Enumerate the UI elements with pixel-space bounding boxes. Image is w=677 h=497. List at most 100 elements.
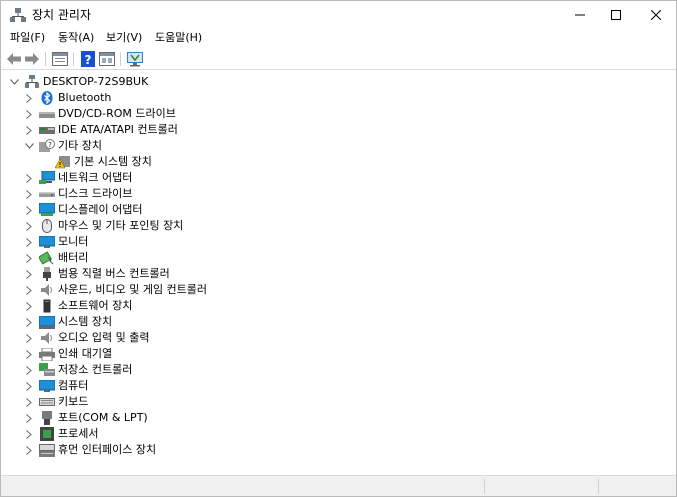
tree-item-label: 프로세서 <box>58 427 99 440</box>
chevron-right-icon[interactable] <box>24 285 34 295</box>
chevron-right-icon[interactable] <box>24 381 34 391</box>
tree-item-disk-drive[interactable]: 디스크 드라이브 <box>24 186 132 202</box>
chevron-right-icon[interactable] <box>24 125 34 135</box>
usb-icon <box>39 267 55 281</box>
network-adapter-icon <box>39 171 55 185</box>
tree-item-monitor[interactable]: 모니터 <box>24 234 88 250</box>
chevron-right-icon[interactable] <box>24 445 34 455</box>
tree-item-mouse[interactable]: 마우스 및 기타 포인팅 장치 <box>24 218 183 234</box>
toolbar: ? <box>1 48 676 70</box>
title-bar: 장치 관리자 <box>1 1 676 29</box>
computer-category-icon <box>39 379 55 393</box>
chevron-right-icon[interactable] <box>24 237 34 247</box>
svg-text:?: ? <box>85 53 92 67</box>
chevron-right-icon[interactable] <box>24 349 34 359</box>
chevron-right-icon[interactable] <box>24 413 34 423</box>
tree-item-battery[interactable]: 배터리 <box>24 250 88 266</box>
chevron-right-icon[interactable] <box>24 397 34 407</box>
chevron-down-icon[interactable] <box>9 77 19 87</box>
maximize-button[interactable] <box>593 1 638 29</box>
device-manager-window: 장치 관리자 파일(F) 동작(A) 보기(V) 도움말(H) ? DESKTO… <box>0 0 677 497</box>
status-divider <box>598 479 599 494</box>
chevron-right-icon[interactable] <box>24 253 34 263</box>
tree-item-usb[interactable]: 범용 직렬 버스 컨트롤러 <box>24 266 170 282</box>
chevron-right-icon[interactable] <box>24 205 34 215</box>
view-icon[interactable] <box>98 50 116 68</box>
tree-item-label: 인쇄 대기열 <box>58 347 113 360</box>
tree-item-audio-io[interactable]: 오디오 입력 및 출력 <box>24 330 149 346</box>
storage-controller-icon <box>39 363 55 377</box>
ide-controller-icon <box>39 123 55 137</box>
menu-view[interactable]: 보기(V) <box>106 31 142 45</box>
tree-item-network-adapter[interactable]: 네트워크 어댑터 <box>24 170 132 186</box>
help-icon[interactable]: ? <box>79 50 97 68</box>
close-button[interactable] <box>633 1 677 29</box>
tree-item-ide[interactable]: IDE ATA/ATAPI 컨트롤러 <box>24 122 178 138</box>
toolbar-separator <box>120 52 121 66</box>
status-divider <box>484 479 485 494</box>
chevron-down-icon[interactable] <box>24 141 34 151</box>
tree-item-label: 디스크 드라이브 <box>58 187 133 200</box>
properties-icon[interactable] <box>51 50 69 68</box>
tree-item-label: 마우스 및 기타 포인팅 장치 <box>58 219 184 232</box>
forward-icon[interactable] <box>23 50 41 68</box>
bluetooth-icon <box>39 91 55 105</box>
tree-item-sound[interactable]: 사운드, 비디오 및 게임 컨트롤러 <box>24 282 207 298</box>
tree-item-label: 포트(COM & LPT) <box>58 411 148 424</box>
chevron-right-icon[interactable] <box>24 317 34 327</box>
tree-item-keyboard[interactable]: 키보드 <box>24 394 88 410</box>
tree-item-label: 휴먼 인터페이스 장치 <box>58 443 157 456</box>
menu-file[interactable]: 파일(F) <box>10 31 45 45</box>
print-queue-icon <box>39 347 55 361</box>
chevron-right-icon[interactable] <box>24 333 34 343</box>
tree-item-label: 키보드 <box>58 395 89 408</box>
chevron-right-icon[interactable] <box>24 365 34 375</box>
tree-root-label: DESKTOP-72S9BUK <box>43 75 149 88</box>
chevron-right-icon[interactable] <box>24 93 34 103</box>
tree-item-print-queue[interactable]: 인쇄 대기열 <box>24 346 112 362</box>
back-icon[interactable] <box>5 50 23 68</box>
tree-item-software-device[interactable]: 소프트웨어 장치 <box>24 298 132 314</box>
chevron-right-icon[interactable] <box>24 301 34 311</box>
menu-action[interactable]: 동작(A) <box>58 31 94 45</box>
tree-item-label: 네트워크 어댑터 <box>58 171 133 184</box>
audio-io-icon <box>39 331 55 345</box>
warning-device-icon <box>55 155 71 169</box>
mouse-icon <box>39 219 55 233</box>
monitor-scan-icon[interactable] <box>126 50 144 68</box>
chevron-right-icon[interactable] <box>24 429 34 439</box>
battery-icon <box>39 251 55 265</box>
tree-item-label: 배터리 <box>58 251 89 264</box>
tree-root[interactable]: DESKTOP-72S9BUK <box>9 74 148 90</box>
tree-item-processor[interactable]: 프로세서 <box>24 426 98 442</box>
tree-item-dvd[interactable]: DVD/CD-ROM 드라이브 <box>24 106 176 122</box>
svg-text:?: ? <box>48 141 52 149</box>
device-manager-icon <box>10 8 26 22</box>
hid-icon <box>39 443 55 457</box>
tree-item-hid[interactable]: 휴먼 인터페이스 장치 <box>24 442 156 458</box>
tree-item-bluetooth[interactable]: Bluetooth <box>24 90 111 106</box>
status-bar <box>1 475 676 496</box>
tree-item-label: Bluetooth <box>58 91 112 104</box>
dvd-drive-icon <box>39 107 55 121</box>
other-devices-icon: ? <box>39 139 55 153</box>
tree-item-other-devices[interactable]: ? 기타 장치 <box>24 138 102 154</box>
chevron-right-icon[interactable] <box>24 221 34 231</box>
tree-item-display-adapter[interactable]: 디스플레이 어댑터 <box>24 202 142 218</box>
tree-item-storage-controller[interactable]: 저장소 컨트롤러 <box>24 362 132 378</box>
computer-icon <box>24 75 40 89</box>
tree-item-basic-system-device[interactable]: 기본 시스템 장치 <box>55 154 152 170</box>
software-device-icon <box>39 299 55 313</box>
tree-item-label: 범용 직렬 버스 컨트롤러 <box>58 267 170 280</box>
chevron-right-icon[interactable] <box>24 189 34 199</box>
sound-icon <box>39 283 55 297</box>
chevron-right-icon[interactable] <box>24 173 34 183</box>
tree-item-system-device[interactable]: 시스템 장치 <box>24 314 112 330</box>
chevron-right-icon[interactable] <box>24 269 34 279</box>
menu-help[interactable]: 도움말(H) <box>155 31 202 45</box>
tree-item-label: 저장소 컨트롤러 <box>58 363 133 376</box>
tree-item-computer[interactable]: 컴퓨터 <box>24 378 88 394</box>
tree-item-port[interactable]: 포트(COM & LPT) <box>24 410 148 426</box>
window-title: 장치 관리자 <box>32 8 92 22</box>
chevron-right-icon[interactable] <box>24 109 34 119</box>
